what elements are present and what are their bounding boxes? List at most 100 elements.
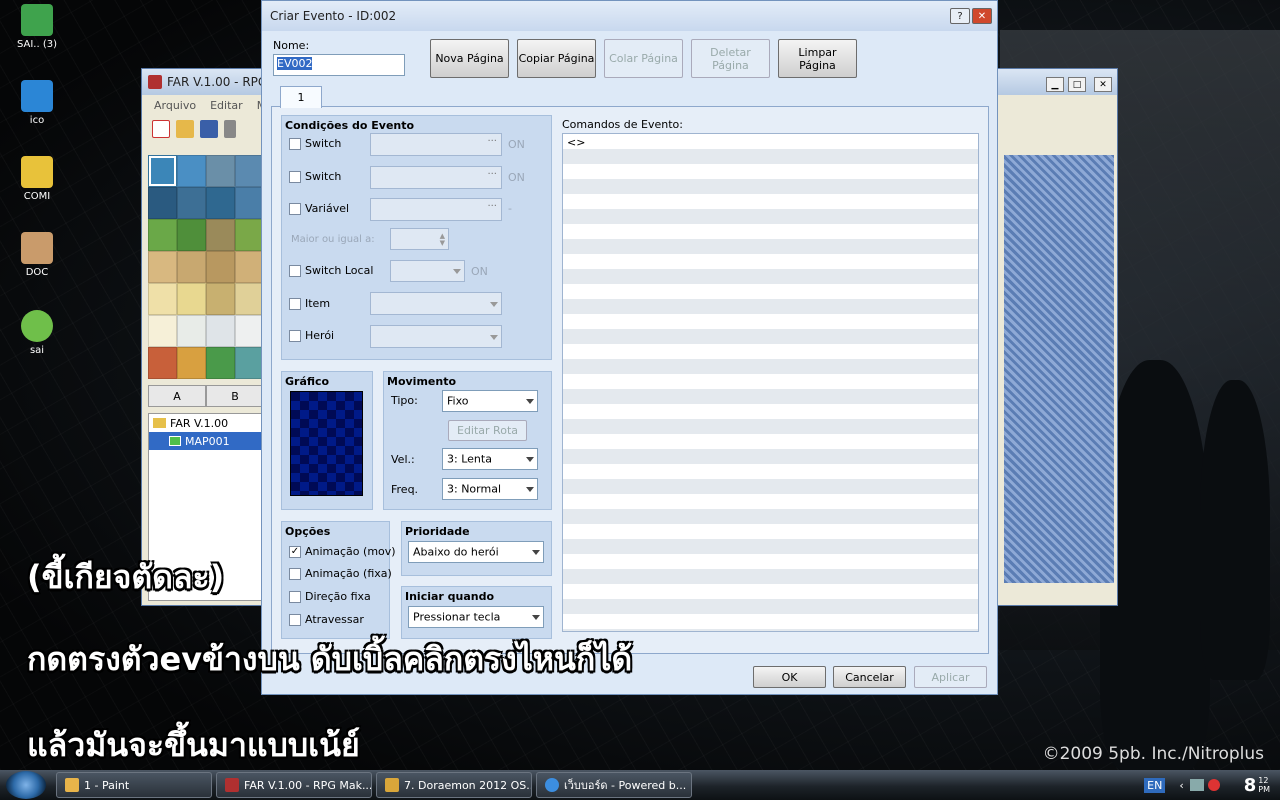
ok-button[interactable]: OK [753,666,826,688]
layer-tabs: A B [148,385,264,407]
tab-a[interactable]: A [148,385,206,407]
shortcut-icon [21,232,53,264]
variavel-dash: - [508,202,512,215]
tree-project[interactable]: FAR V.1.00 [149,414,263,432]
anim-mov-checkbox[interactable]: ✓ Animação (mov) [289,545,396,558]
taskbar-item-rpgmaker[interactable]: FAR V.1.00 - RPG Mak... [216,772,372,798]
command-row[interactable]: <> [563,134,978,151]
open-folder-icon[interactable] [176,120,194,138]
chevron-down-icon [526,487,534,492]
system-tray: EN ‹ 8 12 PM [1144,770,1280,800]
maior-label: Maior ou igual a: [291,234,375,245]
security-alert-icon[interactable] [1207,779,1220,791]
nome-label: Nome: [273,39,310,52]
maximize-button[interactable]: □ [1068,77,1086,92]
aplicar-button[interactable]: Aplicar [914,666,987,688]
taskbar-item-paint[interactable]: 1 - Paint [56,772,212,798]
rpg-maker-icon [225,778,239,792]
new-icon[interactable] [152,120,170,138]
switch2-checkbox[interactable]: Switch [289,170,341,183]
nome-input[interactable]: EV002 [273,54,405,76]
tab-b[interactable]: B [206,385,264,407]
start-button[interactable] [6,771,46,799]
prioridade-select[interactable]: Abaixo do herói [408,541,544,563]
colar-pagina-button[interactable]: Colar Página [604,39,683,78]
map-icon [169,436,181,446]
comandos-list[interactable]: <> [562,133,979,632]
chevron-down-icon [453,269,461,274]
grafico-preview[interactable] [290,391,363,496]
tree-map001[interactable]: MAP001 [149,432,263,450]
cut-icon[interactable] [224,120,236,138]
freq-label: Freq. [391,483,419,496]
shortcut-icon [21,310,53,342]
maior-spinner[interactable]: ▲ ▼ [390,228,449,250]
taskbar: 1 - Paint FAR V.1.00 - RPG Mak... 7. Dor… [0,770,1280,800]
direcao-fixa-checkbox[interactable]: Direção fixa [289,590,371,603]
desktop-icon-doc[interactable]: DOC [0,232,74,278]
copiar-pagina-button[interactable]: Copiar Página [517,39,596,78]
item-select[interactable] [370,292,502,315]
spin-down-icon: ▼ [439,239,445,247]
tileset-palette[interactable] [148,155,264,383]
check-icon: ✓ [289,545,301,558]
atravessar-checkbox[interactable]: Atravessar [289,613,364,626]
anim-fixa-checkbox[interactable]: Animação (fixa) [289,567,392,580]
app-icon [148,75,162,89]
desktop-icon-sai[interactable]: sai [0,310,74,356]
overlay-caption-1: (ขี้เกียจตัดละ) [27,558,225,596]
tipo-select[interactable]: Fixo [442,390,538,412]
minimize-button[interactable]: ▁ [1046,77,1064,92]
dialog-title-bar: Criar Evento - ID:002 ? ✕ [262,1,997,31]
iniciar-select[interactable]: Pressionar tecla [408,606,544,628]
switch-local-select[interactable] [390,260,465,282]
vel-select[interactable]: 3: Lenta [442,448,538,470]
item-checkbox[interactable]: Item [289,297,330,310]
chevron-down-icon [526,399,534,404]
chevron-down-icon [490,301,498,307]
chevron-down-icon [532,550,540,555]
comandos-label: Comandos de Evento: [562,118,683,131]
clock-detail[interactable]: 12 PM [1258,776,1270,794]
overlay-caption-2: กดตรงตัวevข้างบน ดับเบิ้ลคลิกตรงไหนก็ได้ [27,640,633,678]
map-canvas[interactable] [1004,155,1114,583]
network-icon[interactable] [1189,779,1204,791]
paint-icon [65,778,79,792]
wallpaper-figure [1200,380,1270,680]
tray-expand-icon[interactable]: ‹ [1179,779,1183,792]
folder-icon [153,418,166,428]
language-indicator[interactable]: EN [1144,777,1166,793]
taskbar-item-browser[interactable]: เว็บบอร์ด - Powered b... [536,772,692,798]
desktop-icon-ico[interactable]: ico [0,80,74,126]
folder-icon [385,778,399,792]
close-button[interactable]: ✕ [1094,77,1112,92]
page-tab-1[interactable]: 1 [280,86,322,108]
close-button[interactable]: ✕ [972,8,992,24]
nova-pagina-button[interactable]: Nova Página [430,39,509,78]
deletar-pagina-button[interactable]: Deletar Página [691,39,770,78]
switch1-on-label: ON [508,138,525,151]
clock-hour[interactable]: 8 [1244,775,1257,796]
cancelar-button[interactable]: Cancelar [833,666,906,688]
variavel-checkbox[interactable]: Variável [289,202,349,215]
shortcut-icon [21,156,53,188]
editar-rota-button[interactable]: Editar Rota [448,420,527,441]
menu-editar[interactable]: Editar [210,99,243,112]
switch1-checkbox[interactable]: Switch [289,137,341,150]
variavel-selector[interactable]: ··· [370,198,502,221]
heroi-checkbox[interactable]: Herói [289,329,334,342]
switch2-selector[interactable]: ··· [370,166,502,189]
freq-select[interactable]: 3: Normal [442,478,538,500]
switch1-selector[interactable]: ··· [370,133,502,156]
desktop-icon-comi[interactable]: COMI [0,156,74,202]
menu-arquivo[interactable]: Arquivo [154,99,196,112]
chrome-icon [545,778,559,792]
heroi-select[interactable] [370,325,502,348]
switch-local-checkbox[interactable]: Switch Local [289,264,373,277]
vel-label: Vel.: [391,453,415,466]
save-icon[interactable] [200,120,218,138]
desktop-icon-recycle[interactable]: SAI.. (3) [0,4,74,50]
help-button[interactable]: ? [950,8,970,24]
limpar-pagina-button[interactable]: Limpar Página [778,39,857,78]
taskbar-item-doraemon[interactable]: 7. Doraemon 2012 OS... [376,772,532,798]
